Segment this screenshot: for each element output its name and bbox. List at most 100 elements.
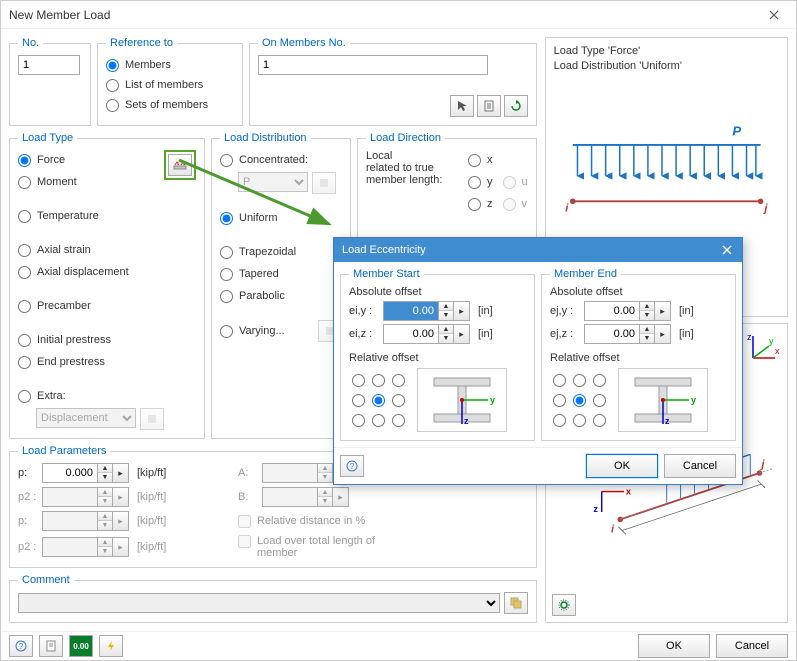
- radio-axial-strain[interactable]: Axial strain: [18, 240, 164, 260]
- svg-text:x: x: [775, 346, 780, 356]
- pick-button[interactable]: [450, 95, 474, 117]
- spin-up[interactable]: ▲: [439, 302, 453, 311]
- relative-grid-end[interactable]: [550, 371, 608, 429]
- radio-axial-disp[interactable]: Axial displacement: [18, 262, 164, 282]
- close-icon: [769, 10, 779, 20]
- close-button[interactable]: [752, 1, 796, 29]
- input-no[interactable]: [18, 55, 80, 75]
- radio-dir-z[interactable]: z: [468, 194, 493, 214]
- lightning-button[interactable]: [99, 635, 123, 657]
- relative-grid-start[interactable]: [349, 371, 407, 429]
- legend-params: Load Parameters: [18, 445, 110, 457]
- modal-close-button[interactable]: [716, 241, 738, 259]
- input-p2a: [42, 487, 98, 507]
- param-p2-b: p2 : ▲▼▸ [kip/ft]: [18, 535, 218, 559]
- titlebar: New Member Load: [1, 1, 796, 29]
- radio-varying[interactable]: Varying...: [220, 321, 314, 341]
- radio-concentrated[interactable]: Concentrated:: [220, 150, 342, 170]
- local-label: Local related to true member length:: [366, 150, 456, 214]
- radio-temperature[interactable]: Temperature: [18, 206, 164, 226]
- ok-button[interactable]: OK: [638, 634, 710, 658]
- note-icon: [45, 640, 57, 652]
- input-p[interactable]: [42, 463, 98, 483]
- group-comment: Comment: [9, 574, 537, 623]
- radio-end-prestress[interactable]: End prestress: [18, 352, 164, 372]
- group-member-end: Member End Absolute offset ej,y : ▲▼▸ [i…: [541, 268, 736, 441]
- modal-cancel-button[interactable]: Cancel: [664, 454, 736, 478]
- modal-help-button[interactable]: ?: [340, 455, 364, 477]
- modal-title: Load Eccentricity: [342, 244, 426, 256]
- cancel-button[interactable]: Cancel: [716, 634, 788, 658]
- group-load-dist: Load Distribution Concentrated: P Unifor…: [211, 132, 351, 439]
- input-B: [262, 487, 318, 507]
- step-button[interactable]: ▸: [113, 463, 129, 483]
- axis-icon: x z y: [745, 330, 781, 366]
- legend-load-type: Load Type: [18, 132, 77, 144]
- edit-icon: [318, 177, 330, 189]
- cross-section-start: y z: [417, 368, 507, 432]
- modal-ok-button[interactable]: OK: [586, 454, 658, 478]
- svg-text:?: ?: [19, 642, 24, 651]
- radio-trapezoidal[interactable]: Trapezoidal: [220, 242, 342, 262]
- group-reference: Reference to Members List of members Set…: [97, 37, 243, 126]
- note-button[interactable]: [39, 635, 63, 657]
- preview-settings-button[interactable]: [552, 594, 576, 616]
- radio-list-members[interactable]: List of members: [106, 75, 234, 95]
- group-load-type: Load Type Force Moment Temperature Axial…: [9, 132, 205, 439]
- legend-comment: Comment: [18, 574, 74, 586]
- radio-precamber[interactable]: Precamber: [18, 296, 164, 316]
- legend-no: No.: [18, 37, 43, 49]
- radio-force[interactable]: Force: [18, 150, 164, 170]
- svg-text:z: z: [464, 416, 469, 426]
- radio-extra[interactable]: Extra:: [18, 386, 164, 406]
- radio-sets-members[interactable]: Sets of members: [106, 95, 234, 115]
- refresh-button[interactable]: [504, 95, 528, 117]
- preview-line1: Load Type 'Force': [554, 44, 779, 59]
- spin-up[interactable]: ▲: [98, 464, 112, 473]
- eccentricity-button[interactable]: [168, 154, 192, 176]
- value-button[interactable]: 0.00: [69, 635, 93, 657]
- spin-down[interactable]: ▼: [439, 311, 453, 320]
- param-p-b: p: ▲▼▸ [kip/ft]: [18, 511, 218, 531]
- radio-parabolic[interactable]: Parabolic: [220, 286, 342, 306]
- radio-uniform[interactable]: Uniform: [220, 208, 342, 228]
- check-over-length: Load over total length of member: [238, 535, 528, 559]
- comment-pick-button[interactable]: [504, 592, 528, 614]
- svg-text:j: j: [762, 202, 768, 214]
- dialog-load-eccentricity: Load Eccentricity Member Start Absolute …: [333, 237, 743, 485]
- input-eiz[interactable]: [383, 324, 439, 344]
- concentrated-edit-button: [312, 172, 336, 194]
- list-button[interactable]: [477, 95, 501, 117]
- footer: ? 0.00 OK Cancel: [1, 631, 796, 660]
- svg-text:z: z: [665, 416, 670, 426]
- svg-text:y: y: [691, 395, 696, 405]
- radio-dir-y[interactable]: y: [468, 172, 493, 192]
- select-extra: Displacement: [36, 408, 136, 428]
- svg-text:y: y: [490, 395, 495, 405]
- radio-dir-x[interactable]: x: [468, 150, 528, 170]
- select-concentrated: P: [238, 172, 308, 192]
- input-A: [262, 463, 318, 483]
- clipboard-icon: [483, 100, 495, 112]
- radio-dir-v: v: [503, 194, 528, 214]
- input-eiy[interactable]: [383, 301, 439, 321]
- help-icon: ?: [15, 640, 27, 652]
- param-B: B: ▲▼▸: [238, 487, 528, 507]
- cursor-icon: [456, 100, 468, 112]
- svg-text:z: z: [593, 504, 598, 514]
- legend-on-members: On Members No.: [258, 37, 350, 49]
- input-on-members[interactable]: [258, 55, 488, 75]
- svg-text:x: x: [625, 486, 631, 496]
- svg-text:i: i: [565, 202, 569, 214]
- help-button[interactable]: ?: [9, 635, 33, 657]
- svg-text:z: z: [747, 332, 752, 342]
- radio-tapered[interactable]: Tapered: [220, 264, 342, 284]
- svg-text:y: y: [769, 336, 774, 346]
- radio-members[interactable]: Members: [106, 55, 234, 75]
- radio-initial-prestress[interactable]: Initial prestress: [18, 330, 164, 350]
- input-ejz[interactable]: [584, 324, 640, 344]
- spin-down[interactable]: ▼: [98, 473, 112, 482]
- comment-combo[interactable]: [18, 593, 500, 613]
- input-ejy[interactable]: [584, 301, 640, 321]
- radio-moment[interactable]: Moment: [18, 172, 164, 192]
